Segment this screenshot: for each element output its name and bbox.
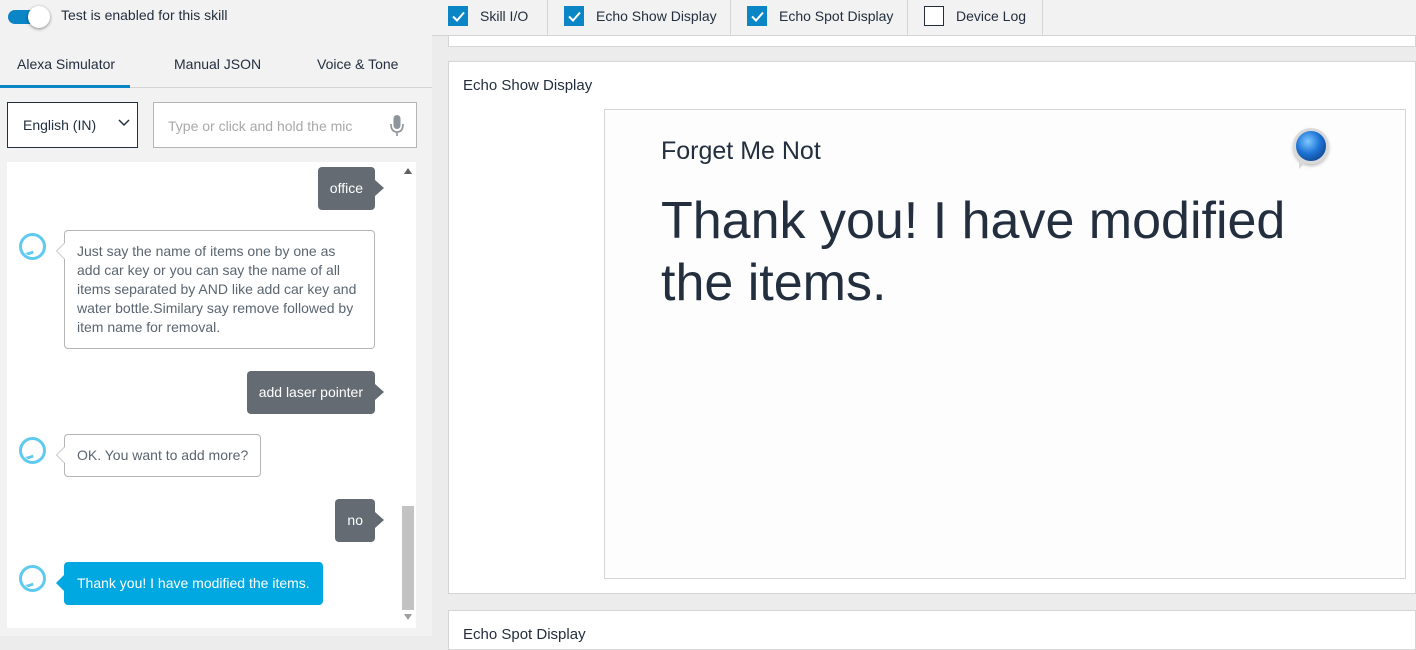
echo-show-display-label: Echo Show Display <box>596 8 717 24</box>
device-log-checkbox[interactable]: Device Log <box>908 0 1043 36</box>
echo-show-screen: Forget Me Not Thank you! I have modified… <box>604 109 1406 579</box>
display-message: Thank you! I have modified the items. <box>661 192 1286 312</box>
microphone-icon[interactable] <box>390 115 404 137</box>
echo-show-card: Echo Show Display Forget Me Not Thank yo… <box>448 61 1416 594</box>
skill-logo-icon <box>1293 128 1329 169</box>
echo-spot-title: Echo Spot Display <box>463 626 586 643</box>
alexa-message-latest: Thank you! I have modified the items. <box>56 562 323 605</box>
tab-voice-tone[interactable]: Voice & Tone <box>317 56 398 72</box>
chevron-down-icon <box>118 119 130 127</box>
alexa-ring-icon <box>19 437 46 464</box>
user-message: add laser pointer <box>246 371 385 414</box>
chat-transcript: office Just say the name of items one by… <box>7 162 400 628</box>
tab-manual-json[interactable]: Manual JSON <box>174 56 261 72</box>
user-message: no <box>335 499 384 542</box>
alexa-message: OK. You want to add more? <box>55 434 262 477</box>
checkmark-icon <box>568 11 581 22</box>
language-select[interactable]: English (IN) <box>7 102 138 148</box>
test-enabled-label: Test is enabled for this skill <box>61 7 228 23</box>
device-panels: Skill I/O Echo Show Display Echo Spot Di… <box>432 0 1416 650</box>
skill-io-label: Skill I/O <box>480 8 529 24</box>
panel-toggle-bar: Skill I/O Echo Show Display Echo Spot Di… <box>432 0 1416 36</box>
skill-io-checkbox[interactable]: Skill I/O <box>432 0 548 36</box>
checkbox-checked <box>747 6 767 26</box>
checkmark-icon <box>751 11 764 22</box>
echo-show-display-checkbox[interactable]: Echo Show Display <box>548 0 731 36</box>
utterance-box <box>153 102 417 148</box>
tab-alexa-simulator[interactable]: Alexa Simulator <box>17 56 115 72</box>
alexa-ring-icon <box>19 233 46 260</box>
scroll-up-arrow-icon[interactable] <box>404 168 412 174</box>
user-message: office <box>317 167 385 210</box>
toggle-knob <box>28 6 50 28</box>
skill-name: Forget Me Not <box>661 137 821 165</box>
alexa-ring-icon <box>19 565 46 592</box>
checkbox-unchecked <box>924 6 944 26</box>
checkbox-checked <box>448 6 468 26</box>
scroll-thumb[interactable] <box>402 506 414 610</box>
active-tab-indicator <box>0 85 130 88</box>
echo-spot-card: Echo Spot Display <box>448 610 1416 650</box>
chat-scrollbar[interactable] <box>400 162 416 628</box>
language-value: English (IN) <box>23 117 97 133</box>
scroll-down-arrow-icon[interactable] <box>404 614 412 620</box>
echo-spot-display-checkbox[interactable]: Echo Spot Display <box>731 0 908 36</box>
checkbox-checked <box>564 6 584 26</box>
alexa-message: Just say the name of items one by one as… <box>56 230 375 349</box>
test-enabled-toggle[interactable] <box>8 6 50 28</box>
skill-io-card-edge <box>448 36 1416 47</box>
utterance-input[interactable] <box>168 115 368 137</box>
simulator-panel: Test is enabled for this skill Alexa Sim… <box>0 0 432 636</box>
echo-spot-display-label: Echo Spot Display <box>779 8 894 24</box>
echo-show-title: Echo Show Display <box>463 77 593 94</box>
device-log-label: Device Log <box>956 8 1027 24</box>
checkmark-icon <box>452 11 465 22</box>
simulator-tabs: Alexa Simulator Manual JSON Voice & Tone <box>0 38 432 88</box>
test-toggle-row: Test is enabled for this skill <box>0 0 432 34</box>
